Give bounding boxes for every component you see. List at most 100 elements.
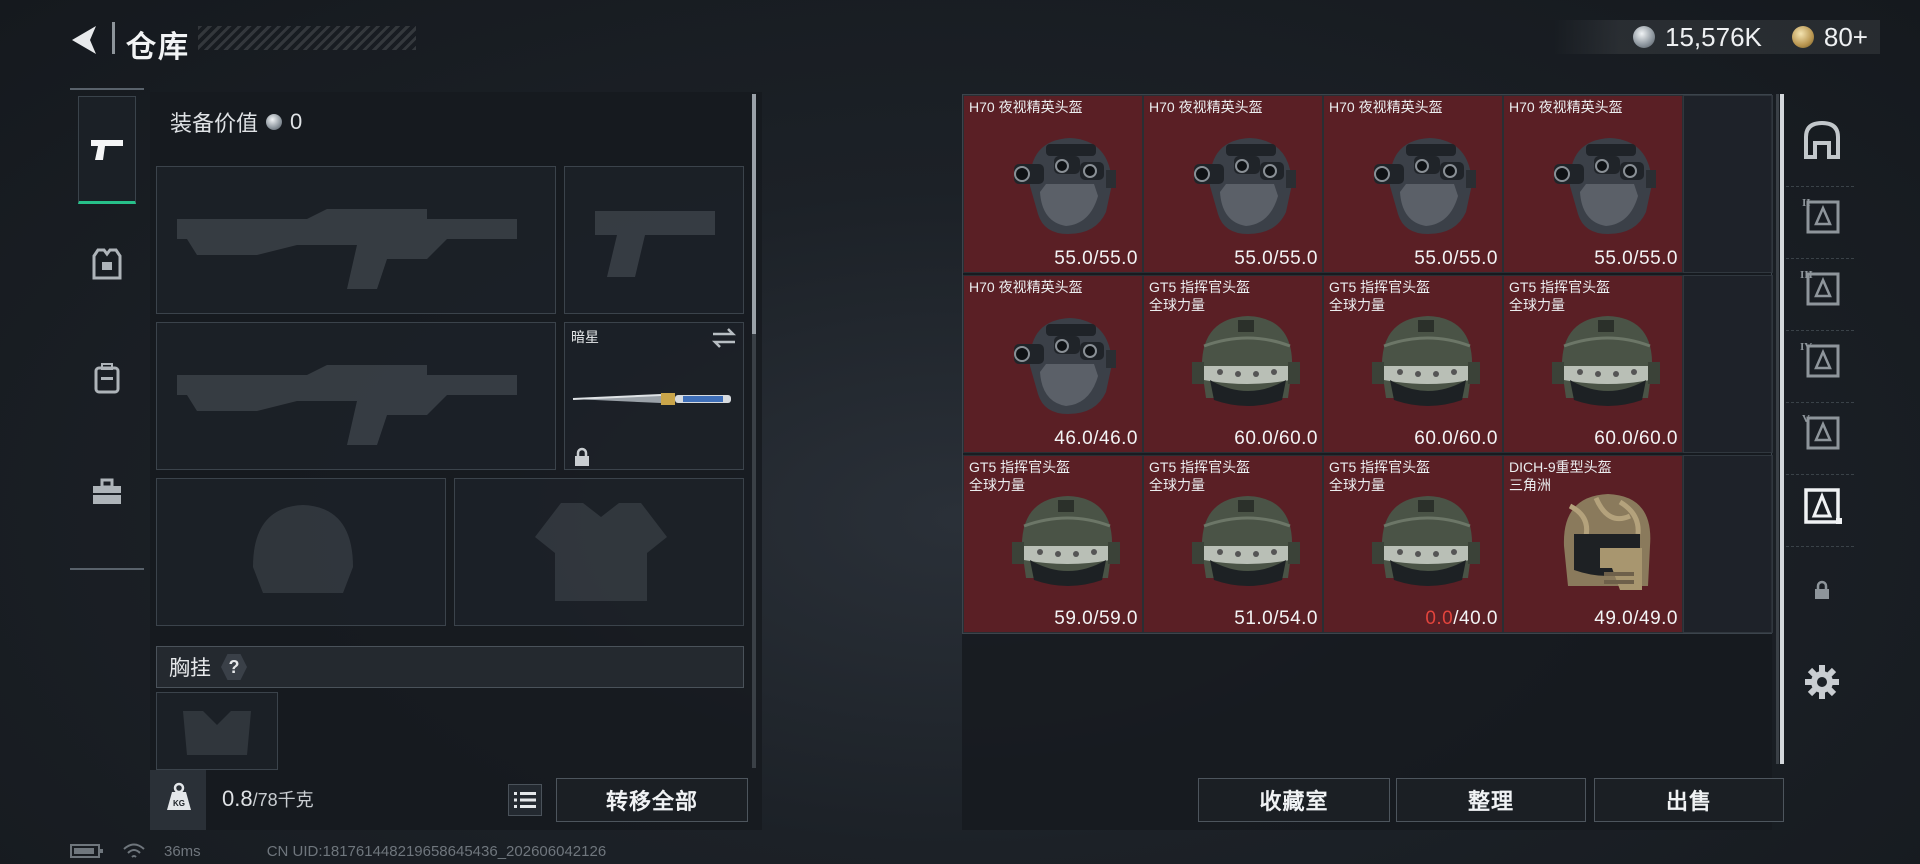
chest-rig-slot[interactable] [156,692,278,770]
item-name: H70 夜视精英头盔 [1149,99,1263,115]
item-name: GT5 指挥官头盔 [1149,459,1251,475]
item-durability-max: /46.0 [1093,428,1138,449]
carry-weight: 0.8/78千克 [222,786,314,812]
helmet-slot[interactable] [156,478,446,626]
collection-room-button[interactable]: 收藏室 [1198,778,1390,822]
back-button[interactable] [66,20,106,60]
knife-icon [572,393,731,405]
second-primary-weapon-slot[interactable] [156,322,556,470]
help-icon[interactable]: ? [221,654,247,680]
item-durability: 55.0/55.0 [1054,248,1138,270]
night-vision-helmet-icon [1554,138,1656,234]
heavy-helmet-icon [1563,494,1651,590]
pistol-silhouette-icon [595,211,715,277]
silver-coin-icon [1633,26,1656,48]
stash-item[interactable]: GT5 指挥官头盔 全球力量 60.0/60.0 [1503,275,1683,453]
gold-currency-value: 80+ [1823,21,1868,52]
list-view-button[interactable] [508,784,542,816]
stash-item[interactable]: GT5 指挥官头盔 全球力量 0.0/40.0 [1323,455,1503,633]
sell-button[interactable]: 出售 [1594,778,1784,822]
sort-button[interactable]: 整理 [1396,778,1586,822]
settings-button[interactable] [1800,660,1844,704]
item-durability-current: 59.0 [1054,608,1094,629]
commander-helmet-icon [1012,496,1120,586]
item-durability: 55.0/55.0 [1414,248,1498,270]
item-name: GT5 指挥官头盔 [1509,279,1611,295]
wifi-icon [123,843,145,858]
carry-weight-capacity: /78千克 [252,790,314,810]
nav-supplies[interactable] [78,438,136,546]
weight-kg-icon: KG [167,782,191,810]
swap-icon[interactable] [711,327,737,349]
stash-page-4-tab[interactable]: IV [1800,338,1844,382]
stash-item[interactable]: H70 夜视精英头盔 55.0/55.0 [1143,95,1323,273]
item-durability-max: /54.0 [1273,608,1318,629]
lock-icon [1815,580,1829,599]
secondary-weapon-slot[interactable] [564,166,744,314]
stash-empty-cell[interactable] [1683,455,1773,633]
stash-item[interactable]: GT5 指挥官头盔 全球力量 60.0/60.0 [1323,275,1503,453]
equipment-scrollbar-thumb[interactable] [752,94,756,334]
item-skin-name: 三角洲 [1509,477,1551,493]
stash-page-active-tab[interactable] [1800,484,1844,528]
status-bar: 36ms CN UID:18176144821965864543​6_20260… [70,842,606,860]
armor-silhouette-icon [535,503,667,601]
nav-armor[interactable] [78,210,136,318]
stash-page-icon: II [1802,197,1840,234]
item-durability: 60.0/60.0 [1234,428,1318,450]
stash-item[interactable]: GT5 指挥官头盔 全球力量 59.0/59.0 [963,455,1143,633]
equipment-value: 装备价值 0 [170,106,302,138]
stash-item[interactable]: H70 夜视精英头盔 46.0/46.0 [963,275,1143,453]
stash-page-2-tab[interactable]: II [1800,194,1844,238]
item-durability: 51.0/54.0 [1234,608,1318,630]
stash-empty-cell[interactable] [1683,95,1773,273]
stash-overview-button[interactable] [1800,118,1844,162]
stash-scrollbar-track [1776,94,1779,764]
stash-page-rail: II III IV V [1782,100,1858,740]
item-durability: 60.0/60.0 [1594,428,1678,450]
stash-page-icon: III [1800,269,1840,306]
rifle-silhouette-icon [177,365,517,445]
commander-helmet-icon [1192,316,1300,406]
carry-weight-value: 0.8 [222,786,253,811]
pistol-icon [91,140,123,160]
stash-item[interactable]: GT5 指挥官头盔 全球力量 60.0/60.0 [1143,275,1323,453]
item-durability-max: /55.0 [1633,248,1678,269]
stash-item[interactable]: DICH-9重型头盔 三角洲 49.0/49.0 [1503,455,1683,633]
stash-page-5-tab[interactable]: V [1800,410,1844,454]
stash-page-3-tab[interactable]: III [1800,266,1844,310]
item-name: H70 夜视精英头盔 [969,279,1083,295]
item-name: H70 夜视精英头盔 [1329,99,1443,115]
item-durability-max: /60.0 [1453,428,1498,449]
item-name: H70 夜视精英头盔 [969,99,1083,115]
armor-vest-icon [92,248,122,280]
stash-item[interactable]: H70 夜视精英头盔 55.0/55.0 [963,95,1143,273]
nav-backpack[interactable] [78,324,136,432]
user-uid: CN UID:18176144821965864543​6_2026060421… [266,842,607,860]
item-durability-current: 46.0 [1054,428,1094,449]
item-durability-current: 55.0 [1234,248,1274,269]
item-name: GT5 指挥官头盔 [1329,459,1431,475]
item-durability: 55.0/55.0 [1234,248,1318,270]
item-durability-max: /55.0 [1093,248,1138,269]
stash-item[interactable]: H70 夜视精英头盔 55.0/55.0 [1503,95,1683,273]
stash-item[interactable]: H70 夜视精英头盔 55.0/55.0 [1323,95,1503,273]
nav-weapons[interactable] [78,96,136,204]
toolbox-icon [93,478,121,504]
body-armor-slot[interactable] [454,478,744,626]
item-durability-current: 60.0 [1234,428,1274,449]
item-durability-current: 49.0 [1594,608,1634,629]
item-durability: 60.0/60.0 [1414,428,1498,450]
locked-page-tab[interactable] [1800,568,1844,612]
commander-helmet-icon [1372,496,1480,586]
stash-empty-cell[interactable] [1683,275,1773,453]
item-durability: 55.0/55.0 [1594,248,1678,270]
melee-weapon-slot[interactable]: 暗星 [564,322,744,470]
item-durability-max: /59.0 [1093,608,1138,629]
stash-item[interactable]: GT5 指挥官头盔 全球力量 51.0/54.0 [1143,455,1323,633]
item-name: GT5 指挥官头盔 [969,459,1071,475]
transfer-all-button[interactable]: 转移全部 [556,778,748,822]
gold-coin-icon [1791,26,1814,48]
primary-weapon-slot[interactable] [156,166,556,314]
item-durability-max: /55.0 [1453,248,1498,269]
